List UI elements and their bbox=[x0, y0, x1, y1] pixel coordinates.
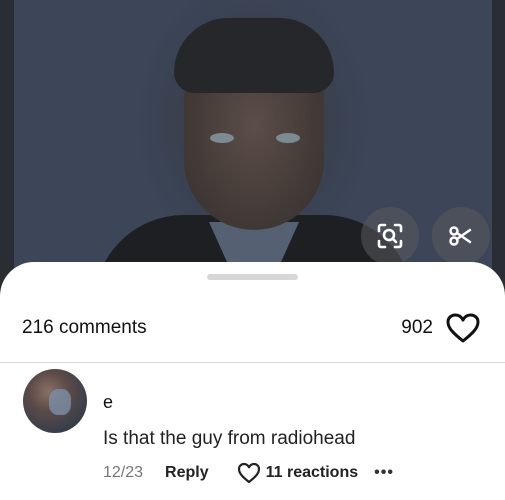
reactions-label: 11 reactions bbox=[265, 464, 359, 481]
crop-button[interactable] bbox=[432, 207, 490, 265]
comments-sheet: 216 comments 902 e Is that the guy from … bbox=[0, 262, 505, 500]
comment-date: 12/23 bbox=[103, 464, 144, 481]
comment-meta-row: 12/23 Reply 11 reactions ••• bbox=[103, 462, 394, 484]
comment-author[interactable]: e bbox=[103, 392, 113, 413]
avatar[interactable] bbox=[23, 369, 87, 433]
image-eye-left bbox=[210, 133, 234, 143]
comment-text: Is that the guy from radiohead bbox=[103, 428, 356, 449]
image-eye-right bbox=[276, 133, 300, 143]
heart-icon[interactable] bbox=[445, 312, 481, 344]
pin-image-area bbox=[0, 0, 505, 290]
more-options-button[interactable]: ••• bbox=[374, 464, 394, 482]
reactions-button[interactable]: 11 reactions bbox=[237, 462, 359, 484]
visual-search-button[interactable] bbox=[361, 207, 419, 265]
reply-button[interactable]: Reply bbox=[165, 464, 209, 482]
comments-count: 216 comments bbox=[22, 317, 147, 338]
scissors-icon bbox=[449, 226, 472, 246]
pin-image[interactable] bbox=[14, 0, 492, 290]
visual-search-icon bbox=[377, 223, 403, 249]
image-hair bbox=[174, 18, 334, 93]
likes-count: 902 bbox=[401, 317, 433, 338]
divider bbox=[0, 362, 505, 363]
heart-outline-icon bbox=[237, 462, 260, 484]
sheet-drag-handle[interactable] bbox=[207, 274, 298, 280]
